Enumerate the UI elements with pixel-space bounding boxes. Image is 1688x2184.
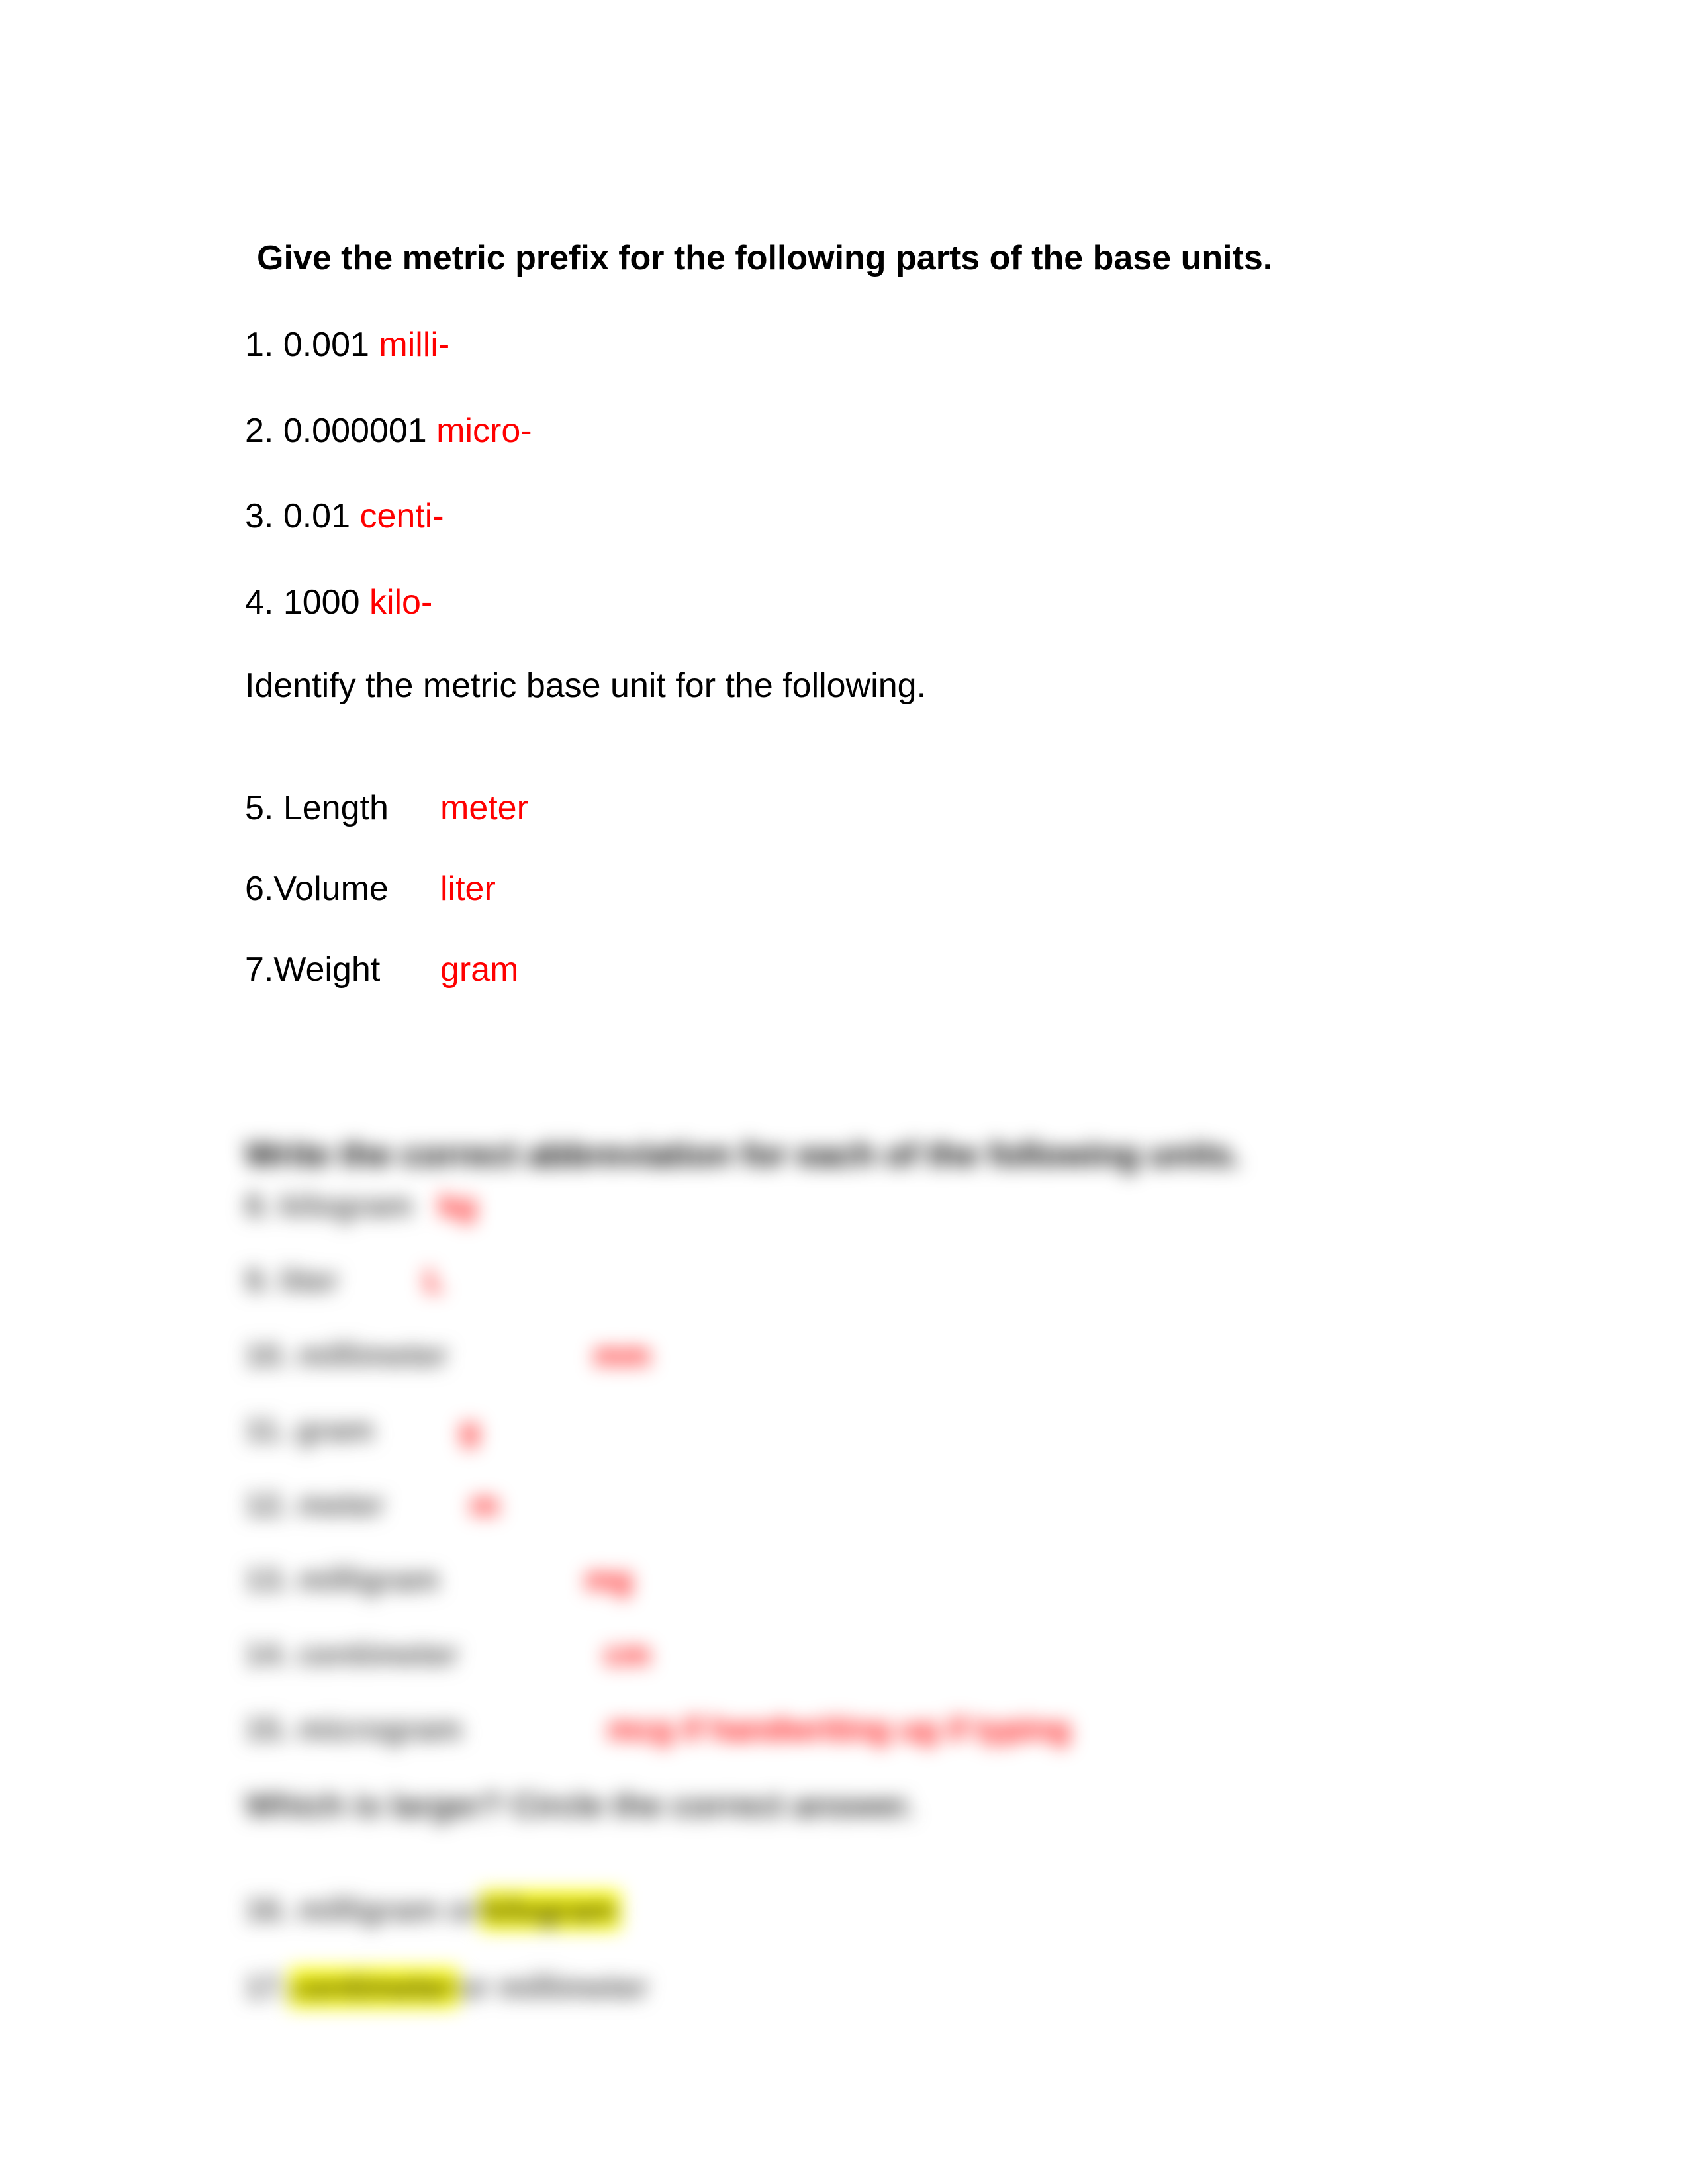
q2-answer: micro- — [436, 412, 532, 450]
q11: 11. gram g — [245, 1412, 1443, 1449]
q14-answer: cm — [604, 1637, 650, 1673]
blurred-preview: Write the correct abbreviation for each … — [245, 1135, 1443, 2007]
q17-prefix: 17. — [245, 1970, 289, 2006]
q6-label: 6.Volume — [245, 869, 440, 909]
q5: 5. Length meter — [245, 788, 1443, 828]
q7-label: 7.Weight — [245, 950, 440, 989]
q4-answer: kilo- — [369, 583, 432, 621]
q9-answer: L — [424, 1263, 444, 1299]
q13: 13. milligram mg — [245, 1562, 1443, 1598]
q5-answer: meter — [440, 788, 528, 828]
q13-label: 13. milligram — [245, 1562, 439, 1598]
q16-prefix: 16. milligram or — [245, 1892, 480, 1929]
q15: 15. microgram mcg if handwriting ug if ty… — [245, 1711, 1443, 1748]
section2-heading: Identify the metric base unit for the fo… — [245, 666, 1443, 705]
section4-heading: Which is larger? Circle the correct answ… — [245, 1786, 1443, 1825]
q12-answer: m — [471, 1487, 499, 1524]
q8: 8. kilogram kg — [245, 1188, 1443, 1224]
q1-answer: milli- — [379, 326, 449, 364]
q11-label: 11. gram — [245, 1412, 374, 1449]
q4: 4. 1000 kilo- — [245, 580, 1443, 625]
q4-label: 4. 1000 — [245, 583, 369, 621]
q3-label: 3. 0.01 — [245, 497, 359, 535]
q14-label: 14. centimeter — [245, 1637, 459, 1673]
section1-heading: Give the metric prefix for the following… — [245, 238, 1443, 278]
q3: 3. 0.01 centi- — [245, 494, 1443, 539]
q16: 16. milligram or kilogram — [245, 1891, 1443, 1930]
q7-answer: gram — [440, 950, 518, 989]
q13-answer: mg — [585, 1562, 632, 1598]
q10-label: 10. millimeter — [245, 1338, 448, 1374]
q12: 12. meter m — [245, 1487, 1443, 1524]
q7: 7.Weight gram — [245, 950, 1443, 989]
q6: 6.Volume liter — [245, 869, 1443, 909]
q14: 14. centimeter cm — [245, 1637, 1443, 1673]
q17-highlight: centimeter — [289, 1968, 458, 2007]
worksheet-page: Give the metric prefix for the following… — [0, 0, 1688, 2007]
q15-answer: mcg if handwriting ug if typing — [608, 1711, 1070, 1748]
q6-answer: liter — [440, 869, 496, 909]
q3-answer: centi- — [359, 497, 444, 535]
q17-suffix: or millimeter — [458, 1970, 649, 2006]
q12-label: 12. meter — [245, 1487, 385, 1524]
q16-highlight: kilogram — [480, 1891, 620, 1930]
section3-heading: Write the correct abbreviation for each … — [245, 1135, 1443, 1175]
q11-answer: g — [460, 1412, 479, 1449]
q1: 1. 0.001 milli- — [245, 323, 1443, 368]
q8-label: 8. kilogram — [245, 1188, 412, 1224]
q10: 10. millimeter mm — [245, 1338, 1443, 1374]
q15-label: 15. microgram — [245, 1711, 462, 1748]
q2-label: 2. 0.000001 — [245, 412, 436, 450]
q2: 2. 0.000001 micro- — [245, 409, 1443, 454]
q1-label: 1. 0.001 — [245, 326, 379, 364]
q9-label: 9. liter — [245, 1263, 338, 1299]
q9: 9. liter L — [245, 1263, 1443, 1299]
q5-label: 5. Length — [245, 788, 440, 828]
q10-answer: mm — [594, 1338, 650, 1374]
q8-answer: kg — [439, 1188, 476, 1224]
q17: 17. centimeter or millimeter — [245, 1968, 1443, 2007]
